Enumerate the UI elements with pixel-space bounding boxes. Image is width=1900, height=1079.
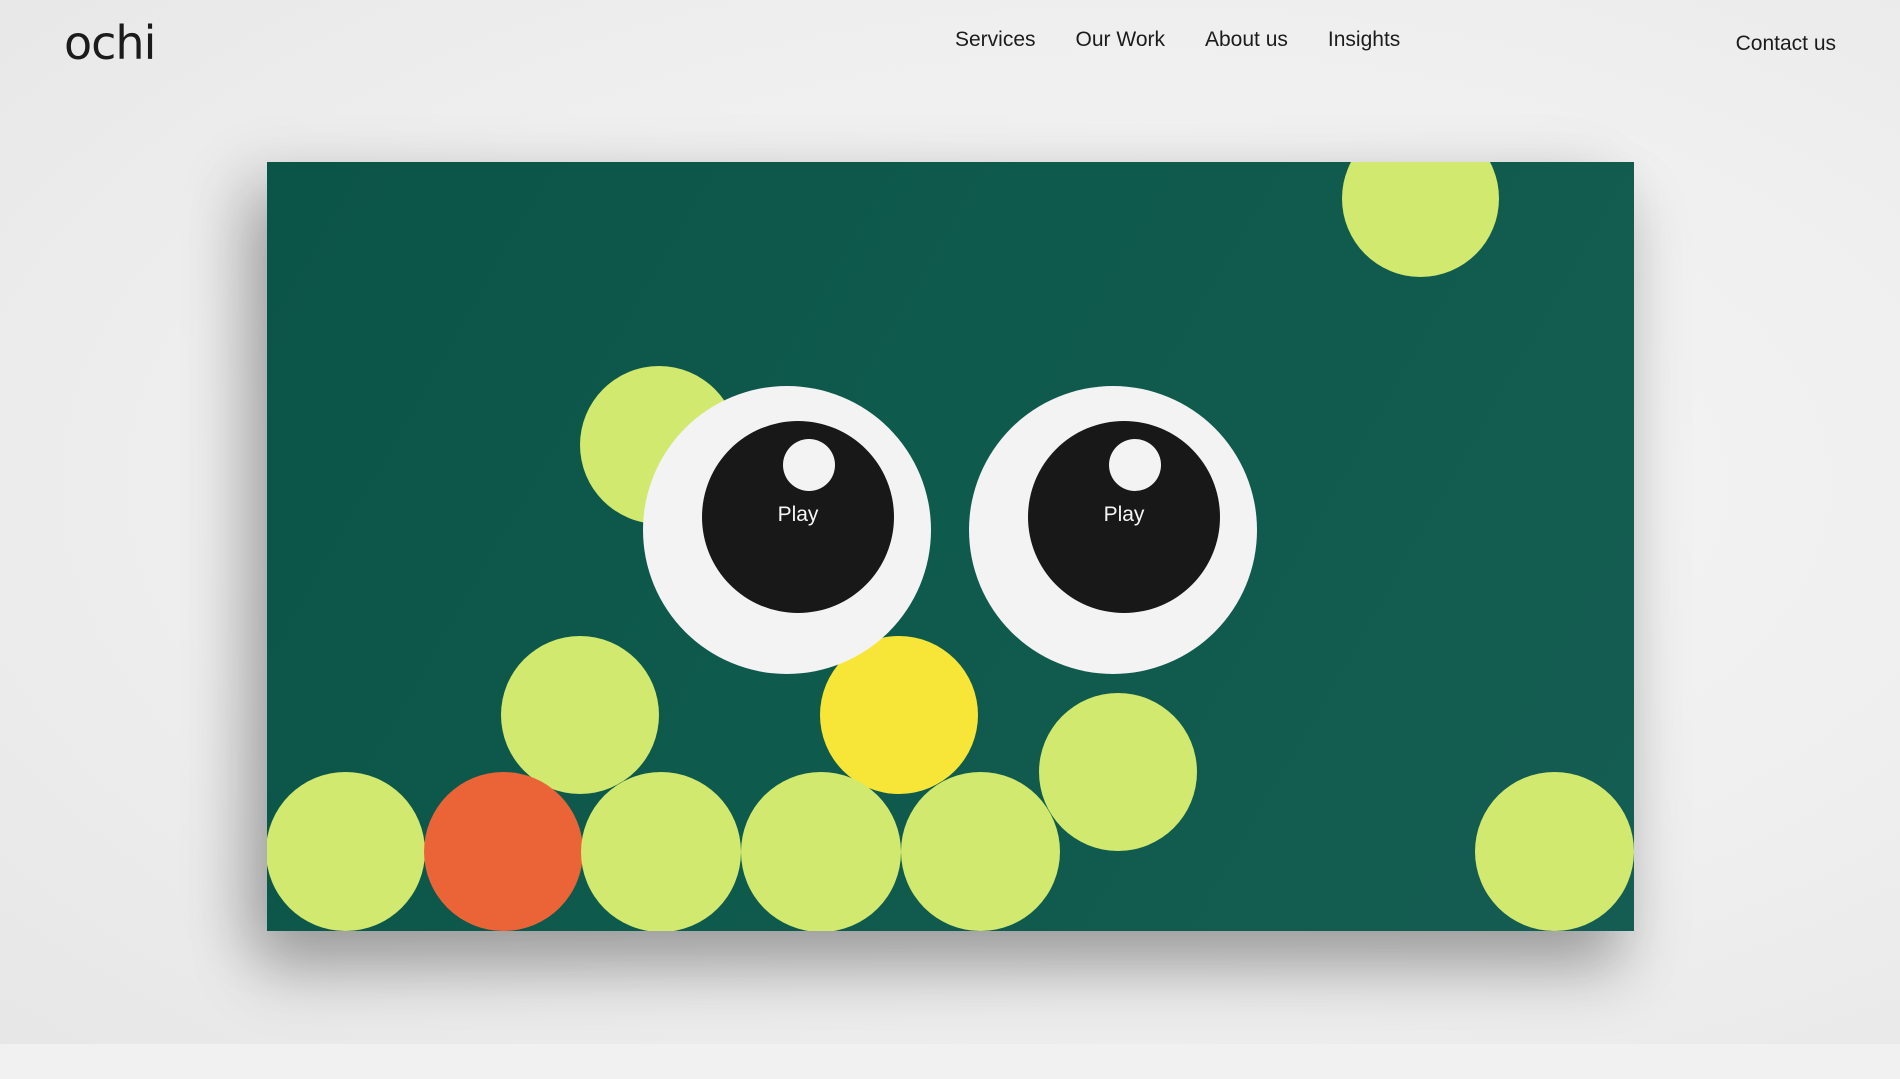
right-eye: Play <box>969 386 1257 674</box>
play-label: Play <box>1103 503 1145 526</box>
eye-glint <box>783 439 835 491</box>
nav-link-services[interactable]: Services <box>955 28 1036 52</box>
green-ball <box>1039 693 1197 851</box>
green-ball <box>901 772 1060 931</box>
footer-band <box>0 1044 1900 1079</box>
hero-card: Play Play <box>267 162 1634 931</box>
green-ball <box>581 772 741 931</box>
green-ball <box>1342 162 1499 277</box>
orange-ball <box>424 772 583 931</box>
nav-link-about-us[interactable]: About us <box>1205 28 1288 52</box>
left-eye: Play <box>643 386 931 674</box>
play-label: Play <box>777 503 819 526</box>
logo[interactable]: ochi <box>64 20 156 66</box>
green-ball <box>501 636 659 794</box>
green-ball <box>741 772 901 931</box>
nav-link-insights[interactable]: Insights <box>1328 28 1400 52</box>
main-nav: Services Our Work About us Insights <box>955 28 1400 52</box>
contact-us-link[interactable]: Contact us <box>1736 32 1836 56</box>
eye-glint <box>1109 439 1161 491</box>
green-ball <box>1475 772 1634 931</box>
green-ball <box>267 772 425 931</box>
nav-link-our-work[interactable]: Our Work <box>1076 28 1165 52</box>
